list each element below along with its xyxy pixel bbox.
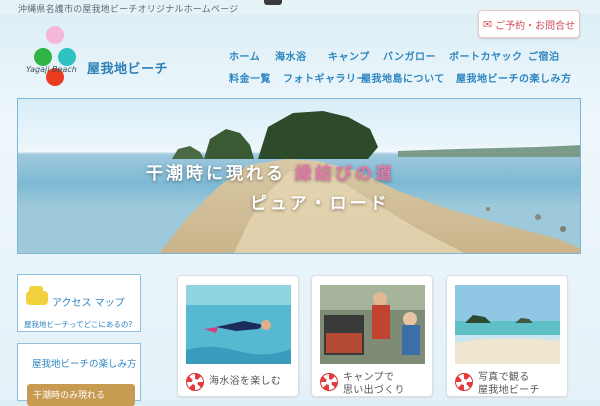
- nav-photo-gallery[interactable]: フォトギャラリー: [283, 70, 367, 85]
- nav-bungalow[interactable]: バンガロー: [383, 48, 436, 63]
- logo-japanese: 屋我地ビーチ: [87, 62, 169, 77]
- card-label-line2: 思い出づくり: [343, 385, 405, 396]
- access-title: アクセス マップ: [52, 298, 125, 309]
- car-icon: [26, 286, 48, 305]
- nav-how-to-enjoy[interactable]: 屋我地ビーチの楽しみ方: [456, 70, 572, 85]
- card-photos[interactable]: 写真で観る 屋我地ビーチ: [446, 275, 568, 397]
- access-subtitle: 屋我地ビーチってどこにあるの?: [24, 320, 133, 329]
- reserve-contact-button[interactable]: ✉ ご予約・お問合せ: [478, 10, 580, 38]
- window-tab: [264, 0, 282, 5]
- card-photo-swimming: [186, 285, 291, 364]
- logo-dot-green: [34, 48, 52, 66]
- nav-home[interactable]: ホーム: [229, 48, 260, 63]
- distant-shore: [398, 145, 580, 157]
- access-map-banner[interactable]: アクセス マップ 屋我地ビーチってどこにあるの?: [17, 274, 141, 332]
- card-swimming[interactable]: 海水浴を楽しむ: [177, 275, 299, 397]
- card-label: 海水浴を楽しむ: [209, 376, 282, 387]
- life-ring-icon: [455, 373, 473, 391]
- nav-camping[interactable]: キャンプ: [328, 48, 370, 63]
- logo-dot-pink: [46, 26, 64, 44]
- logo-dot-teal: [58, 48, 76, 66]
- enjoy-section: 屋我地ビーチの楽しみ方 干潮時のみ現れる: [17, 343, 141, 406]
- enjoy-button[interactable]: 干潮時のみ現れる: [27, 384, 135, 406]
- hero-subheadline: ピュア・ロード: [250, 194, 390, 214]
- reserve-label: ご予約・お問合せ: [495, 20, 576, 32]
- card-label-line2: 屋我地ビーチ: [478, 385, 540, 396]
- nav-about-island[interactable]: 屋我地島について: [361, 70, 445, 85]
- card-camping[interactable]: キャンプで 思い出づくり: [311, 275, 433, 397]
- envelope-icon: ✉: [482, 17, 493, 31]
- hero-banner: 干潮時に現れる 縁結びの道 ピュア・ロード: [17, 98, 581, 254]
- enjoy-title: 屋我地ビーチの楽しみ方: [32, 359, 137, 370]
- life-ring-icon: [320, 373, 338, 391]
- life-ring-icon: [186, 373, 204, 391]
- small-island: [204, 129, 254, 159]
- logo-english: Yagaji Beach: [26, 65, 77, 74]
- rock: [486, 207, 490, 211]
- card-photo-camping: [320, 285, 425, 364]
- card-label-line1: キャンプで: [343, 372, 395, 383]
- nav-lodging[interactable]: ご宿泊: [528, 48, 560, 63]
- rock: [560, 226, 566, 232]
- tiny-island: [172, 146, 204, 159]
- card-label-line1: 写真で観る: [478, 372, 530, 383]
- main-island: [258, 111, 378, 159]
- rock: [535, 214, 541, 220]
- mini-map-graphic: [76, 279, 134, 291]
- card-photo-beach: [455, 285, 560, 364]
- hero-headline-accent: 縁結びの道: [294, 164, 395, 184]
- hero-headline: 干潮時に現れる 縁結びの道: [146, 159, 395, 184]
- nav-swimming[interactable]: 海水浴: [275, 48, 307, 63]
- site-logo[interactable]: Yagaji Beach 屋我地ビーチ: [24, 22, 174, 96]
- hero-headline-main: 干潮時に現れる: [146, 164, 286, 184]
- site-tagline: 沖縄県名護市の屋我地ビーチオリジナルホームページ: [18, 5, 239, 15]
- nav-prices[interactable]: 料金一覧: [229, 70, 271, 85]
- nav-boat-kayak[interactable]: ボートカヤック: [449, 48, 523, 63]
